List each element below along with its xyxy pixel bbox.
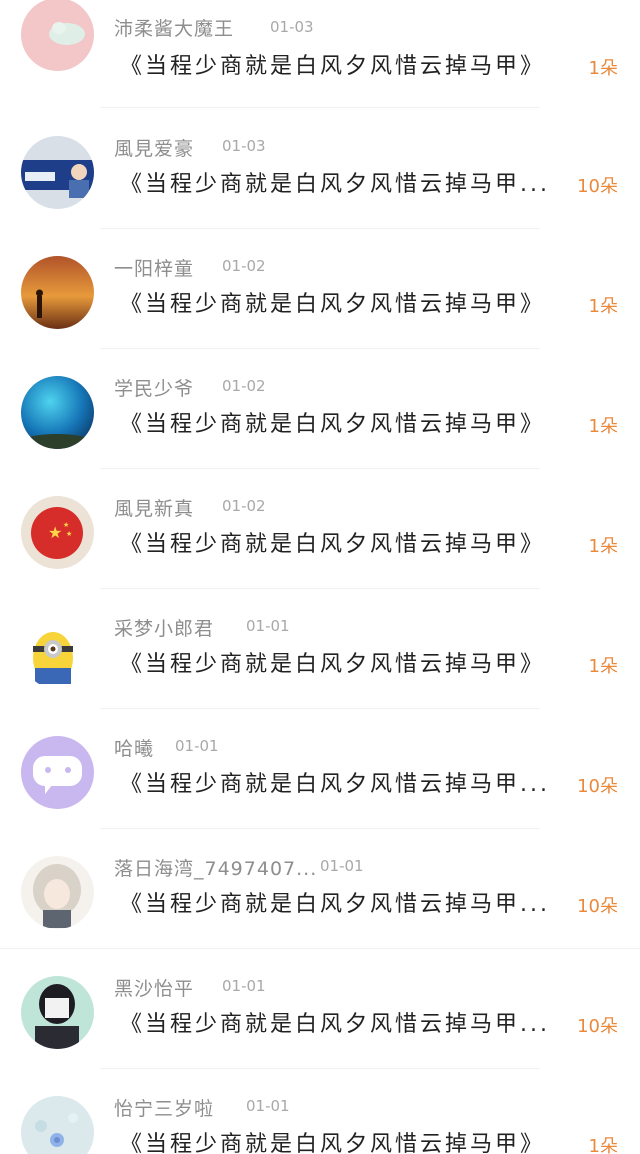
work-title[interactable]: 《当程少商就是白风夕风惜云掉马甲》 — [120, 646, 545, 678]
work-title[interactable]: 《当程少商就是白风夕风惜云掉马甲》 — [120, 286, 545, 318]
list-item[interactable]: 怡宁三岁啦 01-01 《当程少商就是白风夕风惜云掉马甲》 1朵 — [0, 1080, 640, 1154]
flower-count: 1朵 — [588, 656, 618, 677]
work-title[interactable]: 《当程少商就是白风夕风惜云掉马甲... — [120, 166, 550, 198]
divider — [100, 468, 540, 469]
username[interactable]: 落日海湾_7497407... — [114, 854, 317, 881]
list-item[interactable]: 風見爱豪 01-03 《当程少商就是白风夕风惜云掉马甲... 10朵 — [0, 120, 640, 240]
username[interactable]: 哈曦 — [114, 734, 154, 761]
username[interactable]: 一阳梓童 — [114, 254, 194, 281]
avatar-image-icon: ★ ★ ★ — [21, 496, 94, 569]
username[interactable]: 風見新真 — [114, 494, 194, 521]
date: 01-02 — [222, 497, 266, 515]
username[interactable]: 沛柔酱大魔王 — [114, 14, 234, 41]
work-title[interactable]: 《当程少商就是白风夕风惜云掉马甲... — [120, 766, 550, 798]
avatar-image-icon — [21, 0, 94, 71]
svg-text:★: ★ — [48, 523, 62, 542]
flower-count: 10朵 — [577, 896, 618, 917]
avatar-image-icon — [21, 856, 94, 929]
username[interactable]: 采梦小郎君 — [114, 614, 214, 641]
date: 01-02 — [222, 257, 266, 275]
user-avatar[interactable] — [21, 736, 94, 809]
flower-count: 1朵 — [588, 416, 618, 437]
work-title[interactable]: 《当程少商就是白风夕风惜云掉马甲》 — [120, 48, 545, 80]
work-title[interactable]: 《当程少商就是白风夕风惜云掉马甲... — [120, 1006, 550, 1038]
date: 01-01 — [175, 737, 219, 755]
avatar-image-icon — [21, 376, 94, 449]
avatar-image-icon — [21, 136, 94, 209]
user-avatar[interactable] — [21, 376, 94, 449]
date: 01-01 — [222, 977, 266, 995]
divider — [100, 107, 540, 108]
user-avatar[interactable] — [21, 976, 94, 1049]
flower-count: 10朵 — [577, 1016, 618, 1037]
divider — [100, 828, 540, 829]
work-title[interactable]: 《当程少商就是白风夕风惜云掉马甲》 — [120, 1126, 545, 1154]
date: 01-03 — [270, 18, 314, 36]
list-item[interactable]: 沛柔酱大魔王 01-03 《当程少商就是白风夕风惜云掉马甲》 1朵 — [0, 0, 640, 120]
avatar-image-icon — [21, 256, 94, 329]
svg-text:★: ★ — [66, 530, 72, 538]
divider — [100, 228, 540, 229]
flower-count: 1朵 — [588, 1136, 618, 1154]
date: 01-01 — [246, 1097, 290, 1115]
username[interactable]: 怡宁三岁啦 — [114, 1094, 214, 1121]
flower-count: 1朵 — [588, 296, 618, 317]
work-title[interactable]: 《当程少商就是白风夕风惜云掉马甲... — [120, 886, 550, 918]
username[interactable]: 風見爱豪 — [114, 134, 194, 161]
user-avatar[interactable] — [21, 256, 94, 329]
work-title[interactable]: 《当程少商就是白风夕风惜云掉马甲》 — [120, 526, 545, 558]
avatar-image-icon — [21, 736, 94, 809]
divider — [100, 708, 540, 709]
list-item[interactable]: 一阳梓童 01-02 《当程少商就是白风夕风惜云掉马甲》 1朵 — [0, 240, 640, 360]
user-avatar[interactable] — [21, 0, 94, 71]
user-avatar[interactable]: ★ ★ ★ — [21, 496, 94, 569]
flower-count: 10朵 — [577, 176, 618, 197]
list-item[interactable]: ★ ★ ★ 風見新真 01-02 《当程少商就是白风夕风惜云掉马甲》 1朵 — [0, 480, 640, 600]
date: 01-03 — [222, 137, 266, 155]
avatar-image-icon — [21, 616, 94, 689]
flower-count: 10朵 — [577, 776, 618, 797]
flower-count: 1朵 — [588, 536, 618, 557]
list-item[interactable]: 哈曦 01-01 《当程少商就是白风夕风惜云掉马甲... 10朵 — [0, 720, 640, 840]
list-item[interactable]: 落日海湾_7497407... 01-01 《当程少商就是白风夕风惜云掉马甲..… — [0, 840, 640, 960]
svg-text:★: ★ — [63, 521, 69, 529]
date: 01-01 — [320, 857, 364, 875]
user-avatar[interactable] — [21, 1096, 94, 1154]
date: 01-01 — [246, 617, 290, 635]
list-item[interactable]: 黑沙怡平 01-01 《当程少商就是白风夕风惜云掉马甲... 10朵 — [0, 960, 640, 1080]
gift-record-list: 沛柔酱大魔王 01-03 《当程少商就是白风夕风惜云掉马甲》 1朵 風見爱豪 0… — [0, 0, 640, 1154]
username[interactable]: 黑沙怡平 — [114, 974, 194, 1001]
work-title[interactable]: 《当程少商就是白风夕风惜云掉马甲》 — [120, 406, 545, 438]
divider — [100, 348, 540, 349]
user-avatar[interactable] — [21, 616, 94, 689]
divider — [100, 588, 540, 589]
user-avatar[interactable] — [21, 856, 94, 929]
user-avatar[interactable] — [21, 136, 94, 209]
divider — [0, 948, 640, 949]
avatar-image-icon — [21, 976, 94, 1049]
date: 01-02 — [222, 377, 266, 395]
avatar-image-icon — [21, 1096, 94, 1154]
list-item[interactable]: 学民少爷 01-02 《当程少商就是白风夕风惜云掉马甲》 1朵 — [0, 360, 640, 480]
flower-count: 1朵 — [588, 58, 618, 79]
list-item[interactable]: 采梦小郎君 01-01 《当程少商就是白风夕风惜云掉马甲》 1朵 — [0, 600, 640, 720]
divider — [100, 1068, 540, 1069]
username[interactable]: 学民少爷 — [114, 374, 194, 401]
